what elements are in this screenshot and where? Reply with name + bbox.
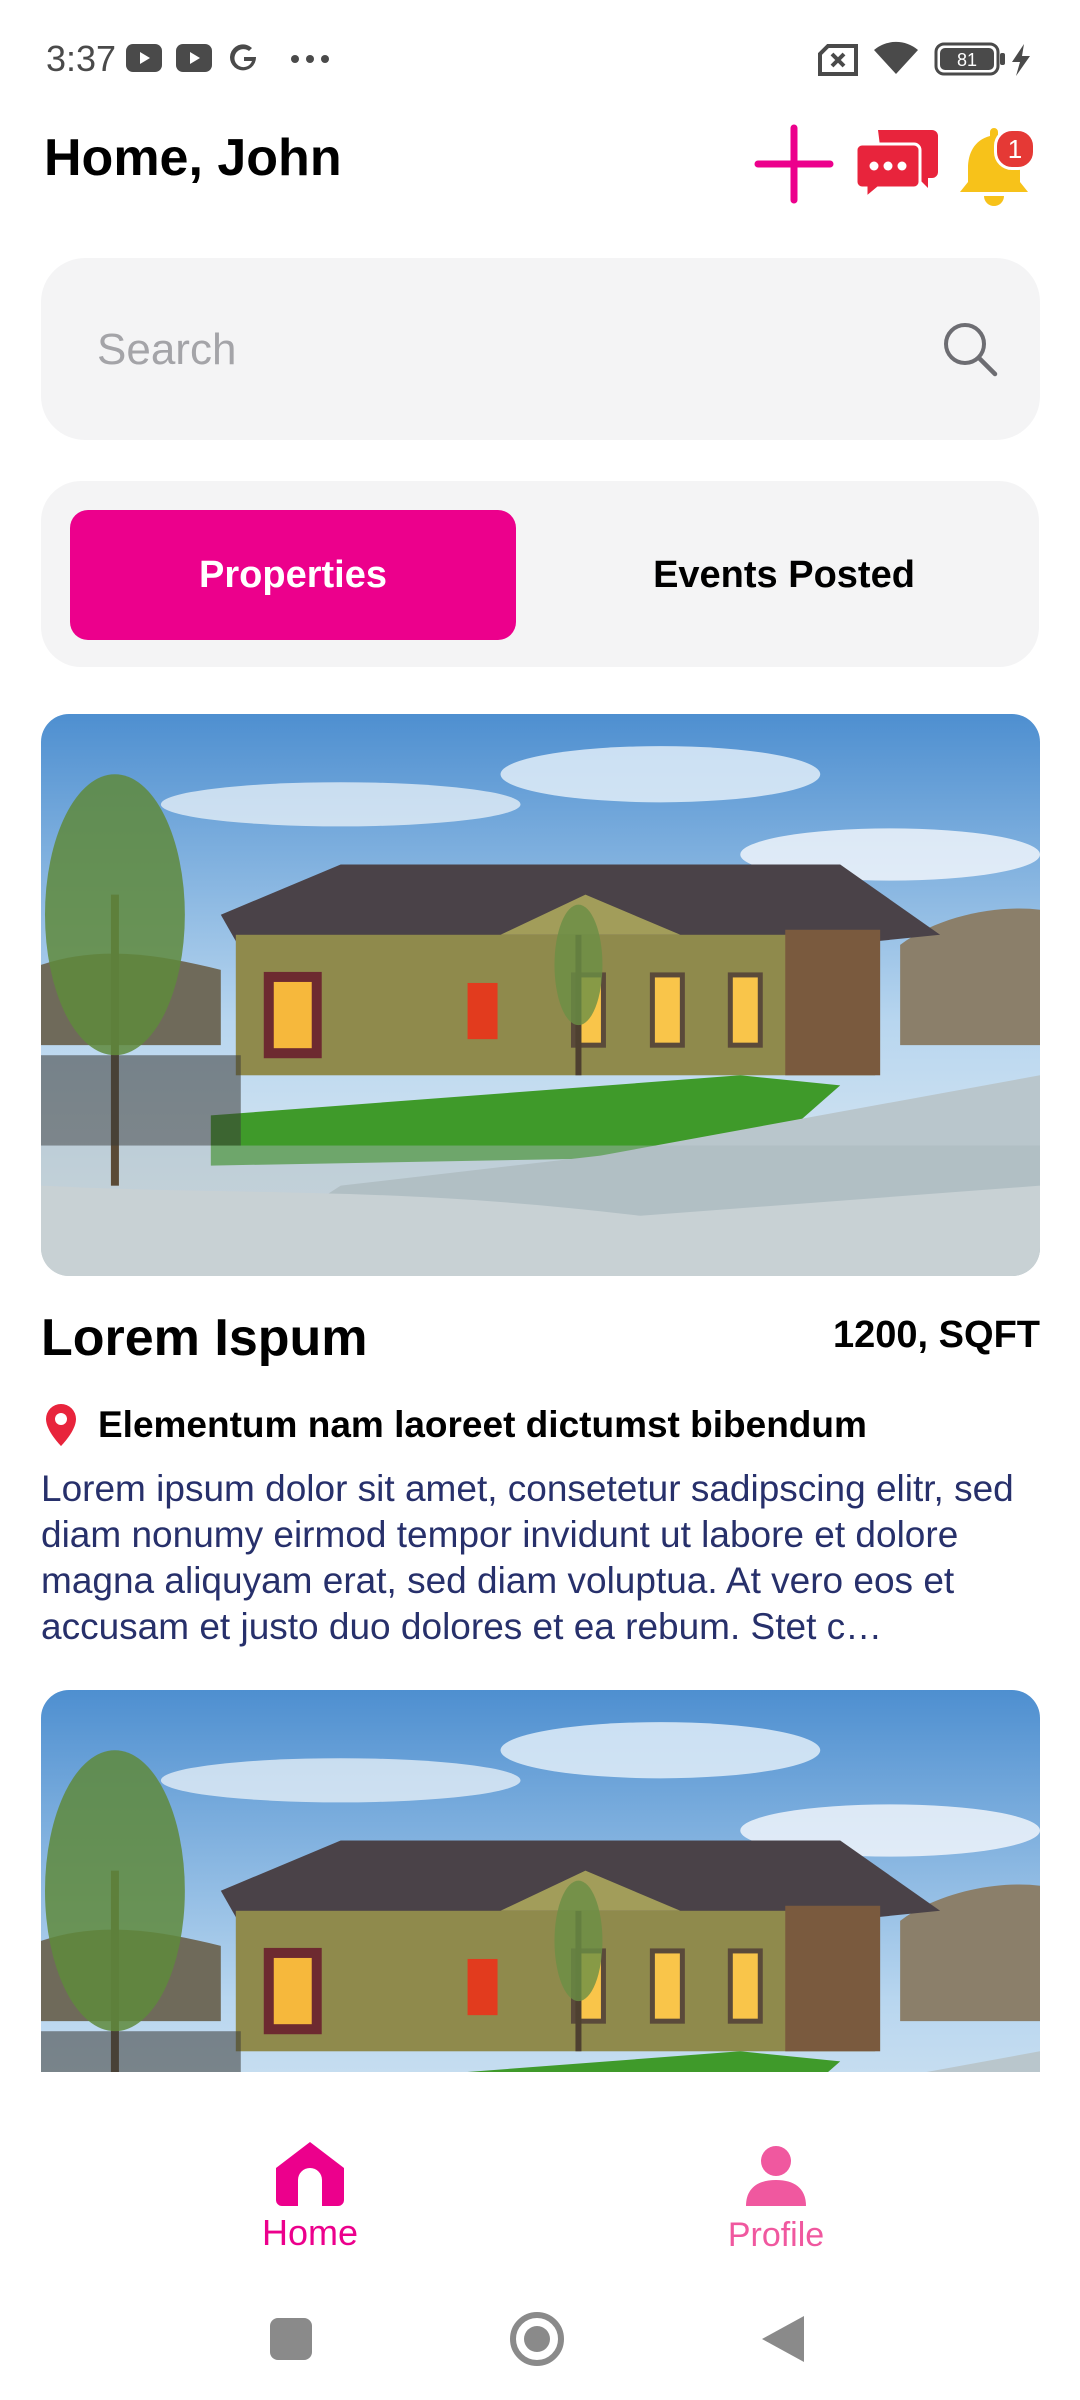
property-description: Lorem ipsum dolor sit amet, consetetur s… — [41, 1468, 1014, 1647]
recents-icon[interactable] — [270, 2318, 312, 2360]
house-photo-image — [41, 714, 1040, 1276]
status-bar: 3:37 81 — [0, 0, 1080, 120]
tab-properties[interactable]: Properties — [70, 510, 516, 640]
google-icon — [230, 44, 257, 71]
property-size: 1200, SQFT — [833, 1314, 1040, 1356]
property-photo[interactable] — [41, 714, 1040, 1276]
page-title: Home, John — [44, 129, 342, 187]
messages-button[interactable] — [856, 126, 940, 202]
nav-profile[interactable]: Profile — [626, 2072, 926, 2254]
search-icon[interactable] — [941, 320, 999, 378]
search-input[interactable] — [95, 314, 899, 386]
profile-icon — [746, 2146, 806, 2206]
property-address: Elementum nam laoreet dictumst bibendum — [98, 1404, 867, 1445]
chat-bubbles-icon — [856, 130, 938, 202]
home-circle-icon[interactable] — [508, 2310, 566, 2368]
notification-badge: 1 — [994, 128, 1036, 170]
nav-home[interactable]: Home — [160, 2072, 460, 2253]
wifi-icon — [874, 41, 918, 74]
property-title: Lorem Ispum — [41, 1309, 368, 1367]
property-photo[interactable] — [41, 1690, 1040, 2082]
youtube-icon — [176, 44, 212, 72]
search-bar — [41, 258, 1040, 440]
status-time: 3:37 — [46, 38, 117, 79]
plus-icon — [754, 124, 834, 204]
tab-events-posted[interactable]: Events Posted — [561, 510, 1007, 640]
bottom-navigation: Home Profile — [0, 2072, 1080, 2282]
charging-icon — [1012, 44, 1030, 76]
house-photo-image — [41, 1690, 1040, 2082]
battery-level: 81 — [957, 50, 977, 70]
home-icon — [276, 2142, 344, 2206]
tab-bar: Properties Events Posted — [41, 481, 1039, 667]
back-triangle-icon[interactable] — [760, 2314, 806, 2364]
nav-home-label: Home — [261, 2212, 359, 2253]
nav-profile-label: Profile — [727, 2216, 825, 2254]
location-pin-icon — [46, 1404, 76, 1446]
no-sim-icon — [818, 44, 858, 76]
more-dots-icon — [291, 55, 329, 63]
add-button[interactable] — [752, 122, 836, 206]
notifications-button[interactable]: 1 — [954, 124, 1038, 208]
youtube-icon — [126, 44, 162, 72]
system-navigation-bar — [0, 2282, 1080, 2400]
battery-icon: 81 — [934, 42, 1005, 76]
